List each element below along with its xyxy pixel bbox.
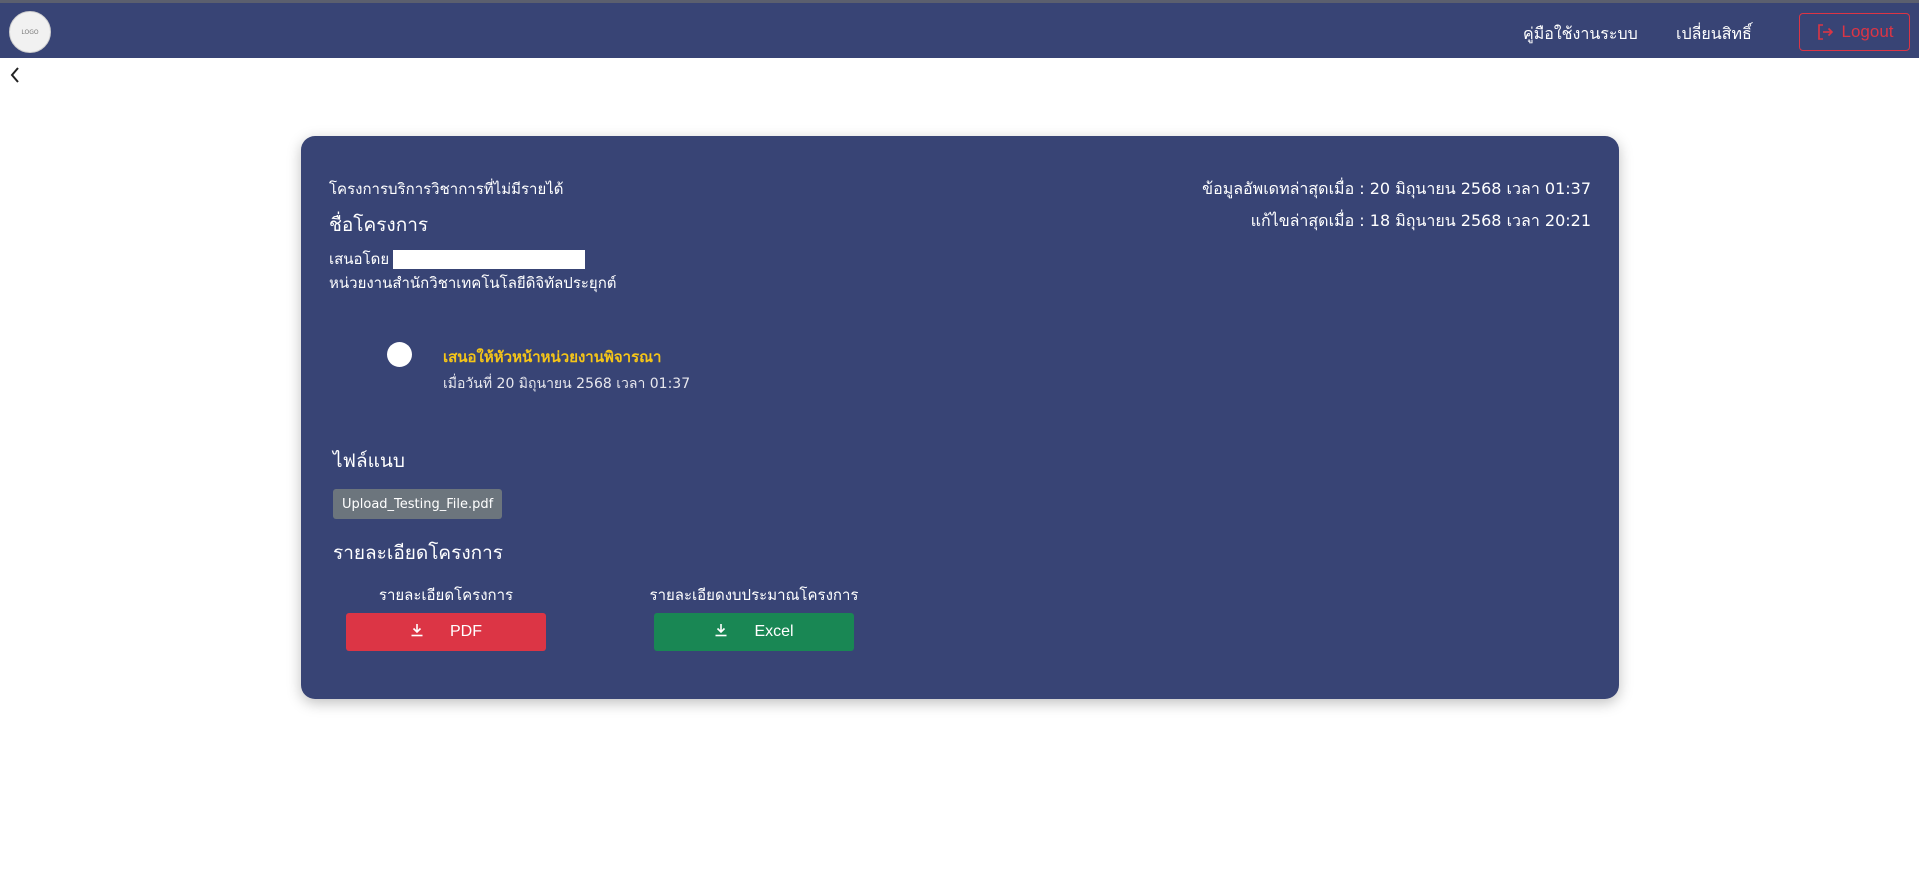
- budget-detail-label: รายละเอียดงบประมาณโครงการ: [649, 586, 859, 604]
- attachments-heading: ไฟล์แนบ: [333, 450, 405, 472]
- timeline-dot: [387, 342, 412, 367]
- excel-button-label: Excel: [754, 623, 794, 640]
- download-pdf-button[interactable]: PDF: [346, 613, 546, 651]
- last-edited-text: แก้ไขล่าสุดเมื่อ : 18 มิถุนายน 2568 เวลา…: [1250, 211, 1591, 230]
- project-unit: หน่วยงานสำนักวิชาเทคโนโลยีดิจิทัลประยุกต…: [329, 274, 617, 292]
- logo-text: LOGO: [21, 28, 39, 36]
- download-excel-button[interactable]: Excel: [654, 613, 854, 651]
- timeline-date: เมื่อวันที่ 20 มิถุนายน 2568 เวลา 01:37: [443, 376, 691, 392]
- logout-button[interactable]: Logout: [1799, 13, 1910, 51]
- proposed-by-label: เสนอโดย: [329, 250, 390, 268]
- attachment-file-chip[interactable]: Upload_Testing_File.pdf: [333, 489, 503, 519]
- download-icon: [410, 623, 424, 642]
- switch-role-link[interactable]: เปลี่ยนสิทธิ์: [1676, 22, 1752, 47]
- back-button[interactable]: [5, 66, 25, 88]
- project-name-label: ชื่อโครงการ: [329, 214, 429, 236]
- logout-label: Logout: [1841, 22, 1894, 41]
- download-icon: [714, 623, 728, 642]
- project-details-heading: รายละเอียดโครงการ: [333, 542, 504, 564]
- project-category: โครงการบริการวิชาการที่ไม่มีรายได้: [329, 180, 564, 198]
- project-detail-label: รายละเอียดโครงการ: [378, 586, 514, 604]
- chevron-left-icon: [9, 66, 21, 88]
- logo[interactable]: LOGO: [9, 11, 51, 53]
- pdf-button-label: PDF: [450, 623, 482, 640]
- last-updated-text: ข้อมูลอัพเดทล่าสุดเมื่อ : 20 มิถุนายน 25…: [1202, 179, 1591, 198]
- proposed-by: เสนอโดย: [329, 247, 586, 271]
- top-navbar: LOGO คู่มือใช้งานระบบ เปลี่ยนสิทธิ์ Logo…: [0, 0, 1919, 58]
- timeline-status: เสนอให้หัวหน้าหน่วยงานพิจารณา: [443, 348, 662, 366]
- logout-icon: [1816, 23, 1834, 41]
- user-manual-link[interactable]: คู่มือใช้งานระบบ: [1523, 22, 1638, 47]
- project-card: โครงการบริการวิชาการที่ไม่มีรายได้ ชื่อโ…: [301, 136, 1619, 699]
- redacted-name: [393, 249, 586, 269]
